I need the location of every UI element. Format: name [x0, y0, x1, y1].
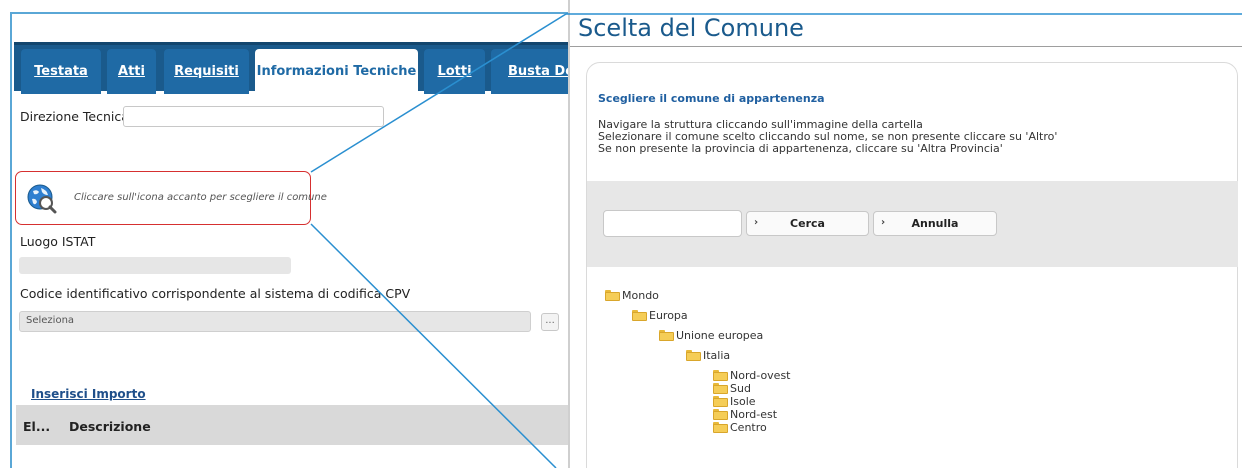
- instruction-line: Se non presente la provincia di apparten…: [598, 142, 1003, 155]
- folder-icon[interactable]: [605, 289, 620, 301]
- folder-icon[interactable]: [713, 408, 728, 420]
- tree-node-label[interactable]: Isole: [730, 395, 756, 408]
- tree-node-nord-est[interactable]: Nord-est: [713, 407, 777, 421]
- tree-node-label[interactable]: Unione europea: [676, 329, 763, 342]
- tree-node-centro[interactable]: Centro: [713, 420, 767, 434]
- comune-picker-panel: Scelta del Comune Scegliere il comune di…: [568, 0, 1242, 468]
- column-header-el[interactable]: El...: [23, 419, 50, 434]
- tree-node-europa[interactable]: Europa: [632, 308, 688, 322]
- column-header-descrizione[interactable]: Descrizione: [69, 419, 151, 434]
- folder-icon[interactable]: [659, 329, 674, 341]
- comune-hint-text: Cliccare sull'icona accanto per sceglier…: [74, 192, 327, 203]
- tree-node-sud[interactable]: Sud: [713, 381, 751, 395]
- frame-border-left: [10, 12, 12, 468]
- inserisci-importo-link[interactable]: Inserisci Importo: [31, 387, 146, 401]
- direzione-tecnica-label: Direzione Tecnica: [20, 109, 129, 124]
- tree-node-mondo[interactable]: Mondo: [605, 288, 659, 302]
- tree-node-italia[interactable]: Italia: [686, 348, 730, 362]
- annulla-button-label: Annulla: [911, 217, 959, 230]
- annulla-button[interactable]: › Annulla: [873, 211, 997, 236]
- globe-search-icon[interactable]: [25, 182, 57, 214]
- cerca-button[interactable]: › Cerca: [746, 211, 869, 236]
- cerca-button-label: Cerca: [790, 217, 825, 230]
- tab-requisiti[interactable]: Requisiti: [164, 49, 249, 94]
- cpv-select[interactable]: Seleziona: [19, 311, 531, 332]
- tab-atti[interactable]: Atti: [107, 49, 156, 94]
- luogo-istat-label: Luogo ISTAT: [20, 234, 96, 249]
- grid-header: El... Descrizione: [16, 405, 568, 445]
- frame-border-top: [10, 12, 568, 14]
- tab-lotti[interactable]: Lotti: [424, 49, 485, 94]
- tree-node-label[interactable]: Sud: [730, 382, 751, 395]
- cpv-more-button[interactable]: ...: [541, 313, 559, 331]
- tree-node-isole[interactable]: Isole: [713, 394, 756, 408]
- tree-node-label[interactable]: Mondo: [622, 289, 659, 302]
- page-title: Scelta del Comune: [578, 14, 804, 42]
- tab-testata[interactable]: Testata: [21, 49, 101, 94]
- tab-informazioni-tecniche[interactable]: Informazioni Tecniche: [255, 49, 418, 94]
- folder-icon[interactable]: [632, 309, 647, 321]
- left-panel: Testata Atti Requisiti Informazioni Tecn…: [0, 0, 568, 468]
- cpv-label: Codice identificativo corrispondente al …: [20, 286, 411, 301]
- tree-node-label[interactable]: Nord-est: [730, 408, 777, 421]
- folder-icon[interactable]: [686, 349, 701, 361]
- luogo-istat-field: [19, 257, 291, 274]
- direzione-tecnica-input[interactable]: [123, 106, 384, 127]
- tab-bar: Testata Atti Requisiti Informazioni Tecn…: [14, 42, 568, 94]
- tree-node-label[interactable]: Centro: [730, 421, 767, 434]
- tree-node-label[interactable]: Europa: [649, 309, 688, 322]
- tree-node-nord-ovest[interactable]: Nord-ovest: [713, 368, 791, 382]
- tree-node-unione-europea[interactable]: Unione europea: [659, 328, 763, 342]
- search-input[interactable]: [603, 210, 742, 237]
- folder-icon[interactable]: [713, 382, 728, 394]
- title-divider: [570, 46, 1242, 47]
- tab-busta-documentazione[interactable]: Busta Docu: [491, 49, 568, 94]
- tree-node-label[interactable]: Nord-ovest: [730, 369, 791, 382]
- folder-icon[interactable]: [713, 395, 728, 407]
- folder-icon[interactable]: [713, 421, 728, 433]
- picker-heading: Scegliere il comune di appartenenza: [598, 92, 825, 105]
- tree-node-label[interactable]: Italia: [703, 349, 730, 362]
- folder-icon[interactable]: [713, 369, 728, 381]
